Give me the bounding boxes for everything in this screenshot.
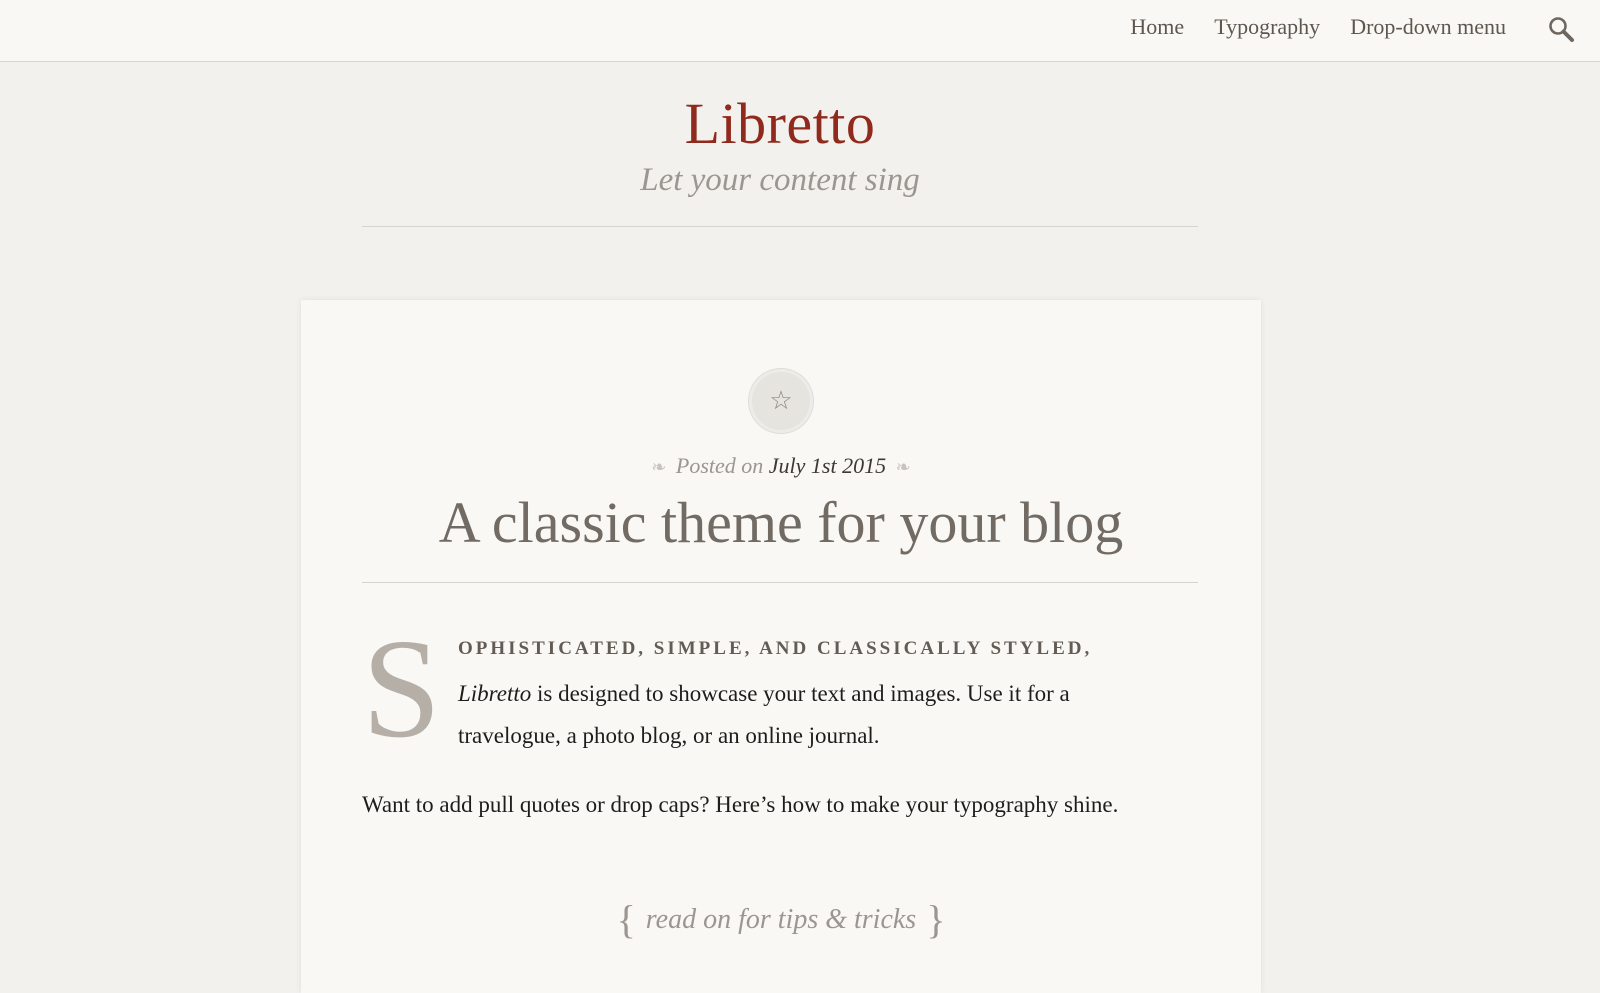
right-ornament-icon: ❧ [895, 457, 911, 477]
site-title[interactable]: Libretto [362, 90, 1198, 158]
nav-item-typography[interactable]: Typography [1214, 14, 1320, 40]
theme-name-emphasis: Libretto [458, 681, 532, 706]
star-icon: ☆ [769, 386, 793, 415]
title-divider [362, 582, 1198, 583]
drop-cap: S [362, 609, 441, 767]
left-brace-icon: { [616, 897, 636, 942]
post-date-link[interactable]: July 1st 2015 [769, 453, 886, 478]
search-icon [1549, 17, 1574, 42]
posted-on-label: Posted on [675, 453, 764, 478]
post-meta: ❧ Posted on July 1st 2015 ❧ [301, 453, 1261, 479]
site-header: Libretto Let your content sing [362, 62, 1198, 227]
top-navigation-bar: Home Typography Drop-down menu [0, 0, 1600, 62]
intro-text: is designed to showcase your text and im… [458, 681, 1070, 748]
read-more-link[interactable]: { read on for tips & tricks} [301, 896, 1261, 943]
site-tagline: Let your content sing [640, 162, 920, 198]
post-format-badge: ☆ [749, 369, 813, 433]
read-more-label: read on for tips & tricks [645, 904, 917, 935]
post-card: ☆ ❧ Posted on July 1st 2015 ❧ A classic … [301, 300, 1261, 993]
body-paragraph: Want to add pull quotes or drop caps? He… [362, 792, 1119, 817]
search-button[interactable] [1546, 14, 1578, 46]
right-brace-icon: } [926, 897, 946, 942]
nav-item-home[interactable]: Home [1130, 14, 1184, 40]
intro-paragraph: Libretto is designed to showcase your te… [458, 673, 1178, 757]
primary-menu: Home Typography Drop-down menu [1130, 14, 1506, 40]
intro-small-caps: OPHISTICATED, SIMPLE, AND CLASSICALLY ST… [458, 638, 1093, 659]
left-ornament-icon: ❧ [651, 457, 667, 477]
nav-item-drop-down-menu[interactable]: Drop-down menu [1350, 14, 1506, 40]
post-title[interactable]: A classic theme for your blog [301, 488, 1261, 558]
